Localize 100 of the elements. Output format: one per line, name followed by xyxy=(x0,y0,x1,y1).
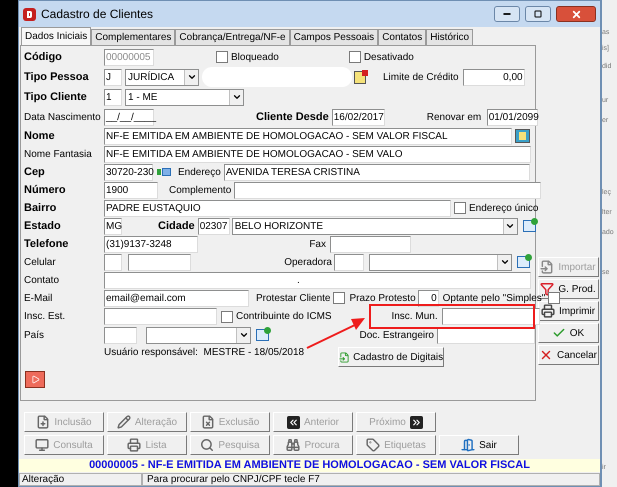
field-label: Nome xyxy=(24,128,56,144)
field-label: Tipo Pessoa xyxy=(24,70,90,85)
input-field[interactable] xyxy=(442,308,540,325)
maximize-icon xyxy=(534,10,542,18)
input-field[interactable]: 01/01/2099 xyxy=(486,108,538,126)
input-field[interactable]: email@email.com xyxy=(104,290,249,306)
toolbar-button[interactable]: Imprimir xyxy=(538,301,598,321)
field-label: Cidade xyxy=(158,218,195,234)
field-label: Nome Fantasia xyxy=(24,148,93,162)
input-field[interactable]: MG xyxy=(104,218,122,234)
add-window-icon[interactable] xyxy=(256,329,269,341)
field-label: Bairro xyxy=(24,200,58,216)
field-label: Código xyxy=(24,50,63,65)
document-x-icon xyxy=(200,415,215,429)
status-bar-panel: Para procurar pelo CNPJ/CPF tecle F7 xyxy=(142,473,600,486)
input-field[interactable]: (31)9137-3248 xyxy=(104,236,198,252)
record-header-bar: 00000005 - NF-E EMITIDA EM AMBIENTE DE HOMOLOGACAO - SEM VALOR FISCAL xyxy=(19,459,600,472)
field-label: Prazo Protesto xyxy=(349,292,416,306)
tag-icon xyxy=(366,438,380,452)
tab[interactable]: Contatos xyxy=(378,29,426,45)
input-field[interactable]: 1 xyxy=(104,88,122,106)
checkbox[interactable] xyxy=(221,310,233,322)
checkbox[interactable] xyxy=(348,51,361,63)
input-field[interactable]: __/__/____ xyxy=(104,108,154,126)
dropdown[interactable]: JURÍDICA xyxy=(125,68,199,86)
input-field[interactable]: AVENIDA TERESA CRISTINA xyxy=(224,164,530,180)
field-label: Complemento xyxy=(169,184,232,198)
field-label: Endereço xyxy=(178,166,221,180)
app-icon xyxy=(23,8,36,20)
dropdown[interactable]: BELO HORIZONTE xyxy=(232,218,518,234)
play-icon xyxy=(30,375,40,384)
input-field[interactable] xyxy=(234,182,542,198)
toolbar-button[interactable]: Sair xyxy=(439,435,519,455)
input-field[interactable] xyxy=(334,254,364,270)
checkbox-label: Contribuinte do ICMS xyxy=(236,310,332,324)
address-lookup-icon[interactable] xyxy=(157,168,171,176)
dropdown[interactable]: 1 - ME xyxy=(125,88,244,106)
minimize-button[interactable] xyxy=(494,6,520,22)
field-label: Cep xyxy=(24,164,46,180)
field-label: Cliente Desde xyxy=(256,110,329,125)
window-title: Cadastro de Clientes xyxy=(41,6,154,23)
door-icon xyxy=(461,438,476,452)
checkbox[interactable] xyxy=(548,292,560,304)
checkbox-label: Endereço único xyxy=(469,202,538,216)
close-button[interactable] xyxy=(556,6,596,22)
input-field[interactable]: . xyxy=(104,272,531,288)
input-field[interactable]: J xyxy=(104,68,122,86)
folder-icon[interactable] xyxy=(515,129,530,143)
input-field[interactable] xyxy=(104,254,122,270)
field-label: Contato xyxy=(24,274,60,288)
field-label: País xyxy=(24,328,46,342)
tab[interactable]: Cobrança/Entrega/NF-e xyxy=(175,29,290,45)
maximize-button[interactable] xyxy=(525,6,551,22)
field-label: E-Mail xyxy=(24,292,54,306)
checkbox[interactable] xyxy=(333,292,346,304)
pencil-icon xyxy=(116,415,131,429)
input-field[interactable]: 1900 xyxy=(104,182,158,198)
input-field[interactable]: PADRE EUSTAQUIO xyxy=(104,200,451,216)
field-label: Tipo Cliente xyxy=(24,90,88,105)
responsible-user-text: Usuário responsável: MESTRE - 18/05/2018 xyxy=(104,346,304,360)
printer-icon xyxy=(127,438,142,452)
field-label: Telefone xyxy=(24,236,70,252)
field-label: Número xyxy=(24,182,67,198)
field-label: Limite de Crédito xyxy=(383,70,459,84)
video-button[interactable] xyxy=(25,371,45,388)
input-field[interactable]: 30720-230 xyxy=(104,164,153,180)
checkbox-label: Protestar Cliente xyxy=(256,292,330,306)
tab[interactable]: Campos Pessoais xyxy=(290,29,378,45)
input-field[interactable] xyxy=(104,326,137,344)
field-label: Data Nascimento xyxy=(24,110,102,124)
tab[interactable]: Histórico xyxy=(426,29,474,45)
input-field[interactable] xyxy=(128,254,191,270)
close-icon xyxy=(570,8,582,20)
fingerprint-register-button[interactable]: Cadastro de Digitais xyxy=(338,347,444,367)
input-field[interactable]: 0,00 xyxy=(462,68,525,86)
input-field[interactable]: 02307 xyxy=(198,218,230,234)
tab[interactable]: Dados Iniciais xyxy=(21,27,92,45)
toolbar-button[interactable]: Cancelar xyxy=(538,345,598,365)
toolbar-button[interactable]: OK xyxy=(538,323,598,343)
input-field[interactable]: NF-E EMITIDA EM AMBIENTE DE HOMOLOGACAO - SEM VALO xyxy=(104,146,531,162)
monitor-icon xyxy=(35,438,50,452)
add-window-icon[interactable] xyxy=(522,220,536,232)
tab[interactable]: Complementares xyxy=(91,29,176,45)
input-field[interactable]: NF-E EMITIDA EM AMBIENTE DE HOMOLOGACAO - SEM VALOR FISCAL xyxy=(104,128,512,144)
input-field[interactable]: 16/02/2017 xyxy=(332,108,385,126)
field-label: Insc. Mun. xyxy=(390,310,439,324)
search-icon xyxy=(200,438,214,452)
status-bar-panel: Alteração xyxy=(19,473,142,486)
checkbox[interactable] xyxy=(216,51,228,63)
checkbox-label: Bloqueado xyxy=(231,50,279,64)
document-arrow-icon xyxy=(339,350,350,364)
printer-icon xyxy=(540,304,555,318)
field-label: Doc. Estrangeiro xyxy=(358,328,435,342)
input-field[interactable] xyxy=(330,236,411,252)
document-icon[interactable] xyxy=(354,70,366,84)
input-field[interactable] xyxy=(104,308,217,325)
document-plus-icon xyxy=(36,415,50,429)
add-window-icon[interactable] xyxy=(517,256,530,268)
checkbox[interactable] xyxy=(454,202,466,214)
field-label: Fax xyxy=(308,238,327,252)
